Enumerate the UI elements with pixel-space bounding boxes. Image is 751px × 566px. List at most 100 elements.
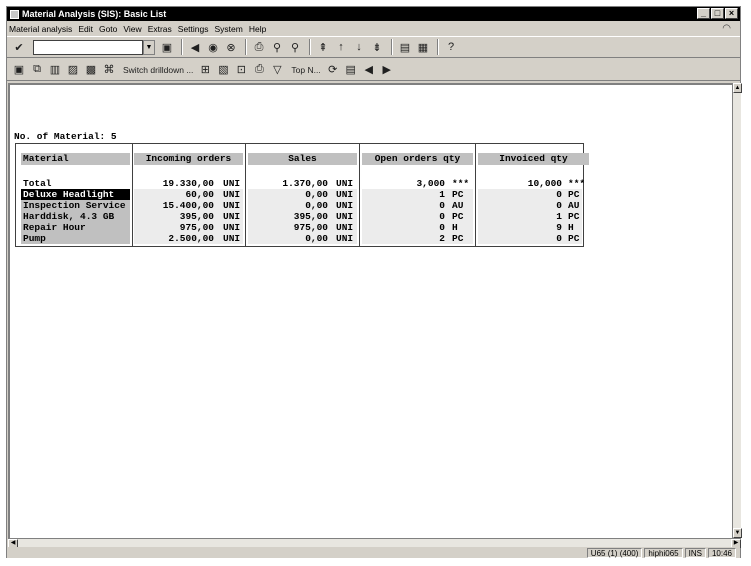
invoiced-unit: PC [568, 211, 580, 222]
material-cell[interactable]: Inspection Service [21, 200, 130, 211]
incoming-value: 975,00 [179, 222, 214, 233]
back-icon[interactable]: ◀ [187, 39, 203, 55]
header-incoming-orders[interactable]: Incoming orders [134, 153, 243, 165]
open-value: 2 [439, 233, 445, 244]
last-page-icon[interactable]: ⇟ [369, 39, 385, 55]
switch-icon[interactable]: ⌘ [101, 62, 117, 78]
material-cell[interactable]: Repair Hour [21, 222, 130, 233]
total-sales-unit: UNI [336, 178, 354, 189]
create-session-icon[interactable]: ▤ [397, 39, 413, 55]
layout-icon[interactable]: ▤ [343, 62, 359, 78]
open-unit: AU [452, 200, 464, 211]
previous-arrow-icon[interactable]: ◀ [361, 62, 377, 78]
command-field[interactable] [33, 39, 143, 55]
enter-checkmark-icon[interactable]: ✔ [11, 39, 27, 55]
maximize-button[interactable]: □ [711, 8, 724, 19]
find-next-icon[interactable]: ⚲ [287, 39, 303, 55]
exit-icon[interactable]: ◉ [205, 39, 221, 55]
copy-icon[interactable]: ⧉ [29, 62, 45, 78]
toolbar-separator [309, 39, 311, 55]
create-shortcut-icon[interactable]: ▦ [415, 39, 431, 55]
header-invoiced-qty[interactable]: Invoiced qty [478, 153, 589, 165]
print-preview-icon[interactable]: ⎙ [251, 62, 267, 78]
header-open-orders-qty[interactable]: Open orders qty [362, 153, 473, 165]
graphic-icon[interactable]: ▧ [215, 62, 231, 78]
hierarchy-icon[interactable]: ▨ [65, 62, 81, 78]
sales-value: 975,00 [293, 222, 328, 233]
print-icon[interactable]: ⎙ [251, 39, 267, 55]
command-dropdown-icon[interactable]: ▼ [143, 39, 155, 55]
incoming-value: 395,00 [179, 211, 214, 222]
minimize-button[interactable]: _ [697, 8, 710, 19]
incoming-unit: UNI [223, 189, 241, 200]
incoming-value: 60,00 [185, 189, 214, 200]
top-n-button[interactable]: Top N... [291, 65, 320, 75]
table-row[interactable]: Deluxe Headlight 60,00 UNI 0,00 UNI 1 PC… [16, 189, 583, 200]
open-unit: PC [452, 233, 464, 244]
total-row[interactable]: Total 19.330,00 UNI 1.370,00 UNI 3,000 *… [16, 178, 585, 189]
table-row[interactable]: Repair Hour 975,00 UNI 975,00 UNI 0 H 9 … [16, 222, 583, 233]
title-bar[interactable]: Material Analysis (SIS): Basic List _ □ … [7, 7, 740, 21]
filter-icon[interactable]: ▥ [47, 62, 63, 78]
sales-unit: UNI [336, 189, 354, 200]
scroll-up-icon[interactable]: ▲ [733, 83, 742, 93]
menu-system[interactable]: System [215, 24, 243, 34]
invoiced-value: 0 [556, 189, 562, 200]
save-icon[interactable]: ▣ [159, 39, 175, 55]
drilldown-icon[interactable]: ▩ [83, 62, 99, 78]
sales-value: 0,00 [305, 233, 328, 244]
find-icon[interactable]: ⚲ [269, 39, 285, 55]
refresh-icon[interactable]: ⟳ [325, 62, 341, 78]
window-title: Material Analysis (SIS): Basic List [22, 9, 167, 19]
table-row[interactable]: Pump 2.500,00 UNI 0,00 UNI 2 PC 0 PC [16, 233, 583, 244]
total-sales: 1.370,00 [282, 178, 328, 189]
next-page-icon[interactable]: ↓ [351, 39, 367, 55]
choose-icon[interactable]: ▣ [11, 62, 27, 78]
sales-unit: UNI [336, 222, 354, 233]
sales-unit: UNI [336, 211, 354, 222]
next-arrow-icon[interactable]: ▶ [379, 62, 395, 78]
total-incoming: 19.330,00 [162, 178, 214, 189]
open-value: 0 [439, 200, 445, 211]
invoiced-value: 0 [556, 233, 562, 244]
horizontal-scrollbar[interactable]: ◀ ▶ [8, 538, 741, 548]
switch-drilldown-button[interactable]: Switch drilldown ... [123, 65, 193, 75]
incoming-value: 2.500,00 [168, 233, 214, 244]
help-icon[interactable]: ? [443, 39, 459, 55]
invoiced-unit: PC [568, 233, 580, 244]
incoming-unit: UNI [223, 222, 241, 233]
header-sales[interactable]: Sales [248, 153, 357, 165]
open-value: 0 [439, 222, 445, 233]
menu-extras[interactable]: Extras [148, 24, 172, 34]
menu-view[interactable]: View [123, 24, 141, 34]
material-cell[interactable]: Pump [21, 233, 130, 244]
close-button[interactable]: × [725, 8, 738, 19]
invoiced-value: 0 [556, 200, 562, 211]
previous-page-icon[interactable]: ↑ [333, 39, 349, 55]
status-system[interactable]: U65 (1) (400) [586, 547, 643, 558]
vertical-scrollbar[interactable]: ▲ ▼ [732, 83, 742, 538]
sort-icon[interactable]: ⊞ [197, 62, 213, 78]
menu-goto[interactable]: Goto [99, 24, 117, 34]
incoming-value: 15.400,00 [162, 200, 214, 211]
sales-value: 0,00 [305, 189, 328, 200]
table-row[interactable]: Harddisk, 4.3 GB 395,00 UNI 395,00 UNI 0… [16, 211, 583, 222]
material-cell[interactable]: Deluxe Headlight [21, 189, 130, 200]
material-cell[interactable]: Harddisk, 4.3 GB [21, 211, 130, 222]
total-incoming-unit: UNI [223, 178, 241, 189]
header-material[interactable]: Material [21, 153, 130, 165]
funnel-icon[interactable]: ▽ [269, 62, 285, 78]
menu-help[interactable]: Help [249, 24, 266, 34]
total-open: 3,000 [416, 178, 445, 189]
cancel-icon[interactable]: ⊗ [223, 39, 239, 55]
status-server: hiphi065 [644, 547, 683, 558]
menu-settings[interactable]: Settings [178, 24, 209, 34]
system-toolbar: ✔ ▼ ▣ ◀ ◉ ⊗ ⎙ ⚲ ⚲ ⇞ ↑ ↓ ⇟ ▤ ▦ ? [7, 36, 740, 58]
menu-edit[interactable]: Edit [78, 24, 93, 34]
table-row[interactable]: Inspection Service 15.400,00 UNI 0,00 UN… [16, 200, 583, 211]
scroll-down-icon[interactable]: ▼ [733, 528, 742, 538]
sales-value: 0,00 [305, 200, 328, 211]
first-page-icon[interactable]: ⇞ [315, 39, 331, 55]
export-icon[interactable]: ⊡ [233, 62, 249, 78]
menu-material-analysis[interactable]: Material analysis [9, 24, 72, 34]
